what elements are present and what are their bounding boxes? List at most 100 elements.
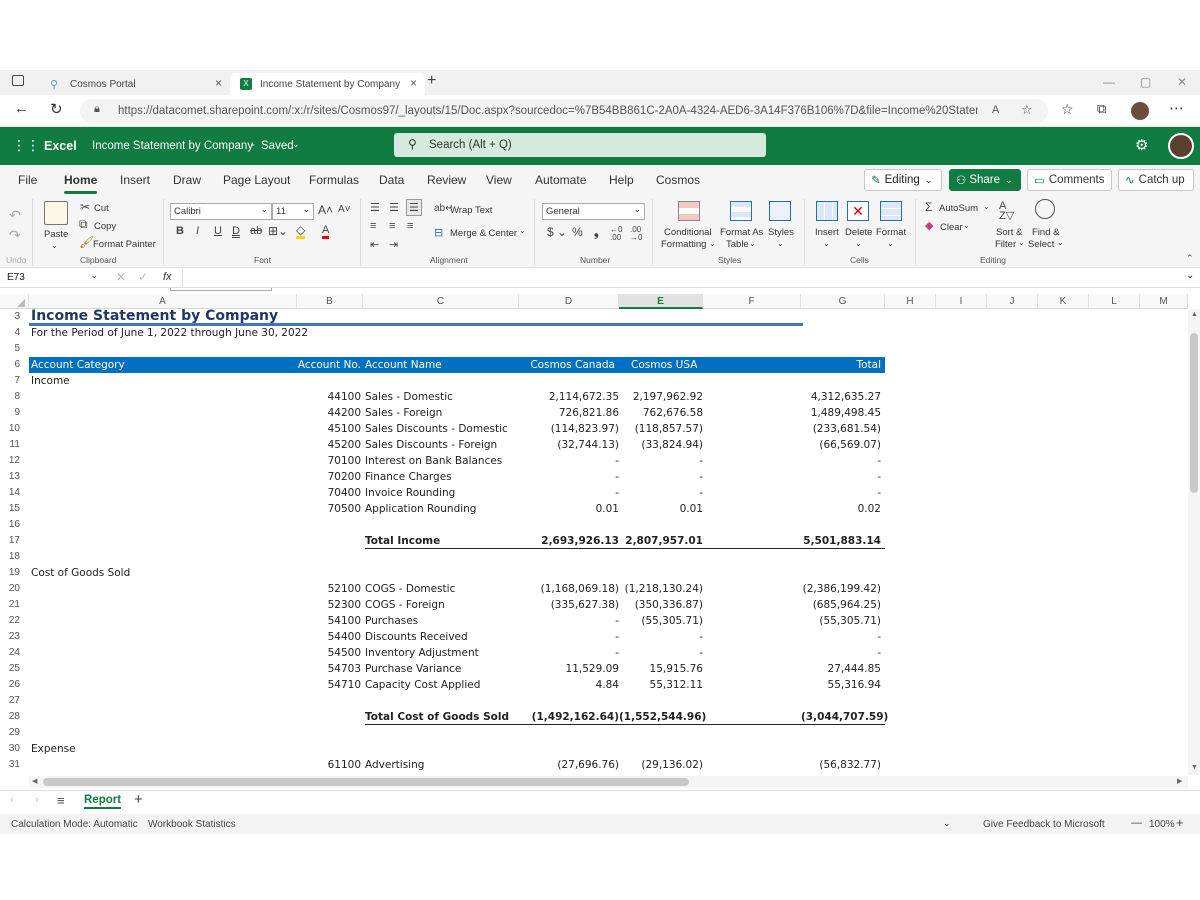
format-painter-button[interactable]: Format Painter	[93, 239, 156, 250]
cell-total[interactable]: 4,312,635.27	[801, 389, 881, 405]
cell-total[interactable]: (2,386,199.42)	[801, 581, 881, 597]
cell-cosmos-usa[interactable]: -	[619, 485, 703, 501]
tab-page-layout[interactable]: Page Layout	[223, 173, 290, 187]
copy-button[interactable]: Copy	[94, 221, 116, 232]
cell-total[interactable]: 0.02	[801, 501, 881, 517]
cut-icon[interactable]: ✂	[80, 200, 90, 214]
find-select-button[interactable]: Find &	[1032, 227, 1059, 238]
vertical-scrollbar[interactable]: ▲ ▼	[1188, 309, 1200, 775]
chevron-down-icon[interactable]: ⌄	[943, 818, 951, 829]
cell-account-no[interactable]: 45100	[297, 421, 361, 437]
browser-tab-cosmos-portal[interactable]: ⚲ Cosmos Portal ×	[40, 73, 230, 95]
give-feedback-link[interactable]: Give Feedback to Microsoft	[983, 819, 1105, 830]
row-header[interactable]: 21	[0, 597, 26, 613]
cell-total[interactable]: (56,832.77)	[801, 757, 881, 773]
shrink-font-icon[interactable]: A˅	[338, 204, 351, 215]
fill-color-icon[interactable]: ◇	[296, 224, 306, 239]
prev-sheet-icon[interactable]: ‹	[10, 794, 14, 806]
cell-cosmos-canada[interactable]: -	[519, 453, 619, 469]
column-header-l[interactable]: L	[1089, 294, 1140, 309]
styles-button[interactable]: Styles	[768, 227, 794, 238]
cell-cosmos-usa[interactable]: (1,552,544.96)	[619, 709, 706, 725]
cell-account-no[interactable]: 70100	[297, 453, 361, 469]
tab-actions-icon[interactable]	[12, 75, 24, 86]
row-header[interactable]: 25	[0, 661, 26, 677]
tab-data[interactable]: Data	[379, 173, 404, 187]
wrap-text-button[interactable]: Wrap Text	[450, 205, 492, 216]
chevron-down-icon[interactable]: ⌄	[51, 241, 58, 250]
report-subtitle[interactable]: For the Period of June 1, 2022 through J…	[31, 325, 308, 341]
grow-font-icon[interactable]: A˄	[318, 203, 333, 217]
strikethrough-icon[interactable]: ab	[250, 225, 262, 237]
cell-cosmos-usa[interactable]: -	[619, 453, 703, 469]
cut-button[interactable]: Cut	[94, 203, 109, 214]
find-select-icon[interactable]	[1035, 199, 1055, 219]
row-header[interactable]: 31	[0, 757, 26, 773]
align-middle-icon[interactable]: ☰	[389, 201, 399, 214]
conditional-formatting-button[interactable]: Conditional	[664, 227, 712, 238]
scroll-right-icon[interactable]: ▶	[1177, 777, 1182, 785]
cell-account-name[interactable]: Inventory Adjustment	[365, 645, 479, 661]
app-launcher-icon[interactable]: ⋮⋮	[12, 137, 40, 154]
cell-account-name[interactable]: Discounts Received	[365, 629, 468, 645]
row-header[interactable]: 7	[0, 373, 26, 389]
scroll-left-icon[interactable]: ◀	[32, 777, 37, 785]
format-as-table-icon[interactable]	[730, 201, 752, 221]
cell-styles-icon[interactable]	[769, 201, 791, 221]
underline-icon[interactable]: U	[214, 225, 222, 237]
workbook-statistics[interactable]: Workbook Statistics	[148, 819, 236, 830]
cell-total[interactable]: 55,316.94	[801, 677, 881, 693]
row-header[interactable]: 16	[0, 517, 26, 533]
editing-mode-button[interactable]: ✎ Editing ⌄	[864, 169, 942, 191]
header-account-name[interactable]: Account Name	[365, 357, 442, 373]
cell-account-no[interactable]: 61100	[297, 757, 361, 773]
row-header[interactable]: 5	[0, 341, 26, 357]
undo-icon[interactable]: ↶	[9, 207, 21, 224]
row-header[interactable]: 14	[0, 485, 26, 501]
column-header-m[interactable]: M	[1140, 294, 1188, 309]
document-title[interactable]: Income Statement by Company	[92, 140, 253, 152]
cell-account-name[interactable]: Purchase Variance	[365, 661, 461, 677]
cell-cosmos-canada[interactable]: (1,492,162.64)	[519, 709, 619, 725]
increase-decimal-icon[interactable]: ←0.00	[610, 226, 622, 242]
align-center-icon[interactable]: ≡	[389, 220, 395, 232]
cell-total[interactable]: (55,305.71)	[801, 613, 881, 629]
row-header[interactable]: 28	[0, 709, 26, 725]
horizontal-scrollbar[interactable]: ◀ ▶	[29, 776, 1188, 788]
cell-account-category[interactable]: Income	[31, 373, 70, 389]
report-title[interactable]: Income Statement by Company	[31, 309, 278, 324]
comments-button[interactable]: ▭ Comments	[1027, 169, 1112, 191]
more-icon[interactable]: ⋯	[1169, 99, 1184, 117]
cell-cosmos-usa[interactable]: (1,218,130.24)	[619, 581, 703, 597]
tab-insert[interactable]: Insert	[120, 173, 150, 187]
percent-icon[interactable]: %	[572, 225, 583, 239]
app-name[interactable]: Excel	[44, 139, 77, 153]
header-account-no[interactable]: Account No.	[297, 357, 361, 373]
cell-cosmos-canada[interactable]: 0.01	[519, 501, 619, 517]
column-header-f[interactable]: F	[703, 294, 801, 309]
name-box[interactable]: E73 ⌄	[4, 270, 100, 286]
zoom-level[interactable]: 100%	[1149, 819, 1175, 830]
cell-total[interactable]: -	[801, 485, 881, 501]
minimize-icon[interactable]: —	[1103, 75, 1115, 89]
cell-cosmos-canada[interactable]: 726,821.86	[519, 405, 619, 421]
insert-cells-button[interactable]: Insert	[815, 227, 839, 238]
row-header[interactable]: 12	[0, 453, 26, 469]
cell-cosmos-canada[interactable]: -	[519, 629, 619, 645]
cell-account-category[interactable]: Cost of Goods Sold	[31, 565, 130, 581]
cell-cosmos-usa[interactable]: (118,857.57)	[619, 421, 703, 437]
row-header[interactable]: 24	[0, 645, 26, 661]
column-header-h[interactable]: H	[885, 294, 936, 309]
cell-account-name[interactable]: Capacity Cost Applied	[365, 677, 480, 693]
sheet-tab-report[interactable]: Report	[84, 794, 122, 809]
cell-account-no[interactable]: 54703	[297, 661, 361, 677]
cell-cosmos-canada[interactable]: (27,696.76)	[519, 757, 619, 773]
catch-up-button[interactable]: ∿ Catch up	[1118, 169, 1194, 191]
cell-total[interactable]: -	[801, 629, 881, 645]
zoom-in-icon[interactable]: +	[1176, 815, 1184, 830]
add-sheet-button[interactable]: +	[134, 791, 143, 808]
collections-icon[interactable]: ⧉	[1097, 101, 1106, 117]
cell-account-name[interactable]: Finance Charges	[365, 469, 452, 485]
share-button[interactable]: ⚇ Share ⌄	[949, 169, 1021, 191]
currency-icon[interactable]: $ ⌄	[547, 225, 567, 239]
